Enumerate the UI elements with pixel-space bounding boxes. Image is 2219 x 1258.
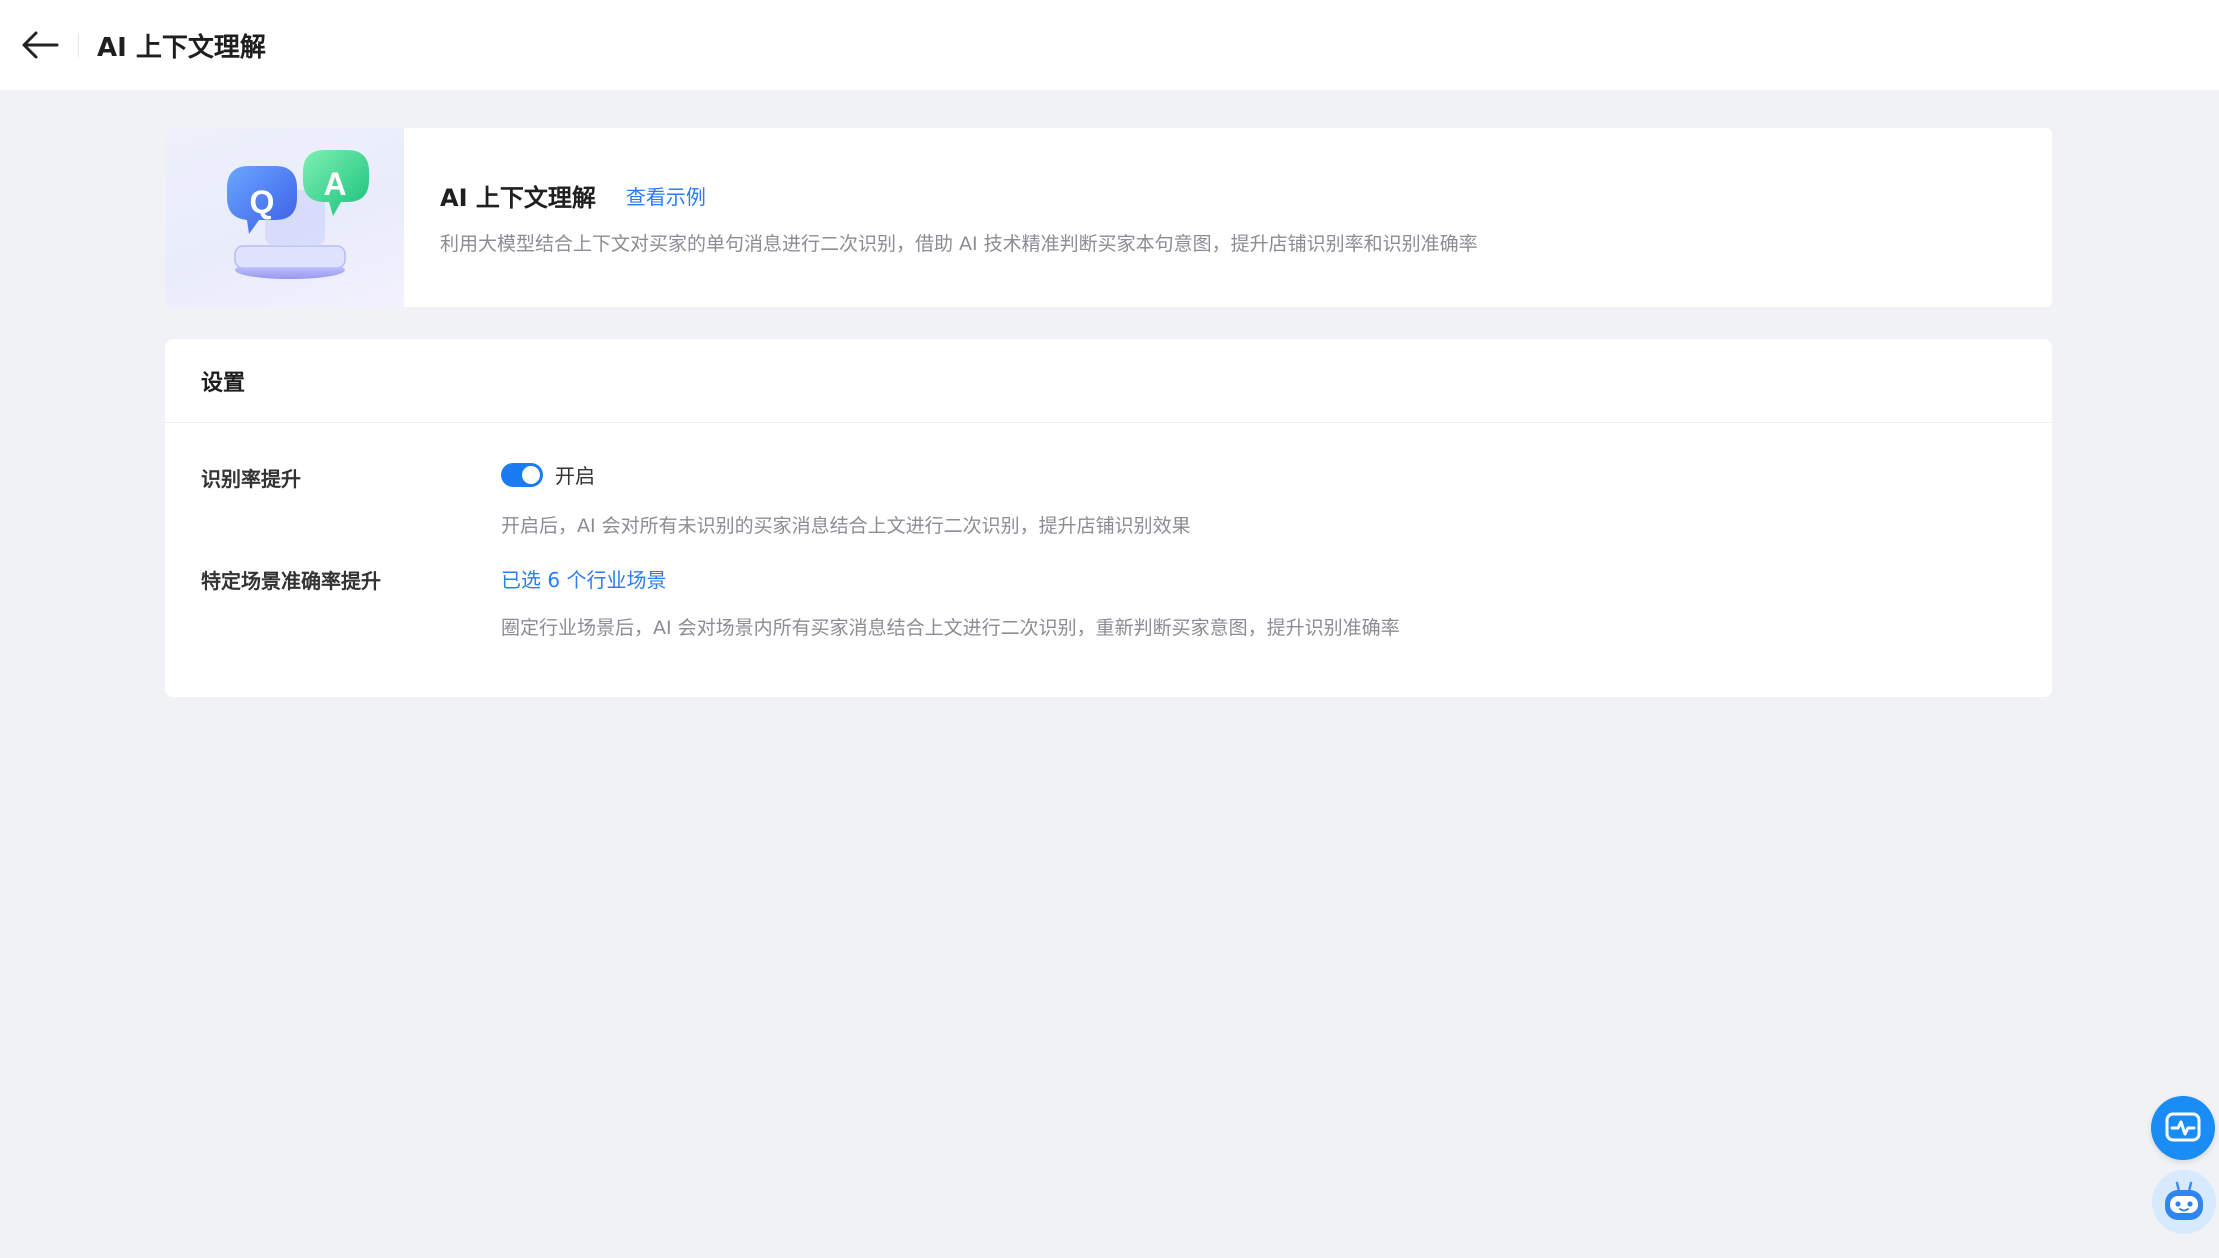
intro-description: 利用大模型结合上下文对买家的单句消息进行二次识别，借助 AI 技术精准判断买家本… [440, 233, 1478, 255]
intro-title: AI 上下文理解 [440, 184, 596, 212]
top-bar: AI 上下文理解 [0, 0, 2219, 90]
recognition-rate-label: 识别率提升 [201, 467, 301, 491]
q-letter: Q [250, 184, 275, 220]
recognition-rate-control: 开启 [501, 460, 595, 489]
intro-text: AI 上下文理解 查看示例 利用大模型结合上下文对买家的单句消息进行二次识别，借… [404, 128, 1478, 307]
selected-scenarios-link[interactable]: 已选 6 个行业场景 [501, 564, 666, 593]
settings-title: 设置 [165, 339, 2052, 423]
scenario-accuracy-description: 圈定行业场景后，AI 会对场景内所有买家消息结合上文进行二次识别，重新判断买家意… [501, 617, 1400, 639]
scenario-accuracy-control: 已选 6 个行业场景 [501, 564, 666, 593]
title-divider [78, 33, 79, 57]
qa-chat-bubbles-illustration: Q A [165, 128, 404, 307]
settings-card: 设置 识别率提升 开启 开启后，AI 会对所有未识别的买家消息结合上文进行二次识… [165, 339, 2052, 697]
assistant-float-button[interactable] [2152, 1170, 2216, 1234]
a-letter: A [323, 166, 346, 202]
heartbeat-monitor-icon [2165, 1112, 2201, 1142]
page-title: AI 上下文理解 [97, 32, 266, 63]
view-example-link[interactable]: 查看示例 [626, 181, 706, 210]
arrow-left-icon [22, 31, 59, 59]
recognition-rate-description: 开启后，AI 会对所有未识别的买家消息结合上文进行二次识别，提升店铺识别效果 [501, 515, 1191, 537]
scenario-accuracy-label: 特定场景准确率提升 [201, 569, 381, 593]
robot-assistant-icon [2165, 1181, 2203, 1220]
intro-card: Q A AI 上下文理解 查看示例 利用大模型结合上下文对买家的单句消息进行二次… [165, 128, 2052, 307]
recognition-rate-toggle[interactable] [501, 462, 543, 487]
toggle-knob [522, 465, 540, 484]
toggle-status-text: 开启 [555, 464, 595, 488]
intro-head: AI 上下文理解 查看示例 [440, 178, 1478, 213]
back-button[interactable] [20, 25, 60, 65]
monitor-float-button[interactable] [2151, 1096, 2215, 1160]
